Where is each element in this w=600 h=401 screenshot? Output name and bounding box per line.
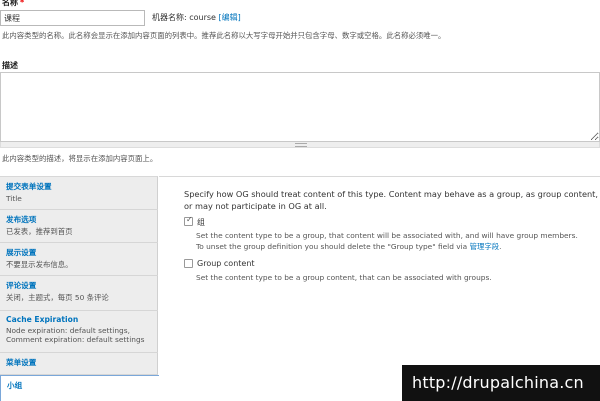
name-label-text: 名称: [2, 0, 18, 7]
cache-summary-line2: Comment expiration: default settings: [6, 335, 145, 345]
group-checkbox[interactable]: ✓: [184, 215, 193, 226]
machine-name-text: 机器名称: course: [152, 13, 216, 22]
vtab-summary: 不要显示发布信息。: [6, 260, 73, 269]
vtab-cache-expiration[interactable]: Cache Expiration Node expiration: defaul…: [0, 311, 158, 353]
group-content-checkbox-label: Group content: [197, 259, 255, 268]
edit-machine-name-link[interactable]: [编辑]: [219, 13, 241, 22]
group-desc-end: .: [499, 242, 502, 252]
group-content-description: Set the content type to be a group conte…: [196, 273, 492, 282]
vtab-title: 菜单设置: [6, 358, 37, 367]
vtab-title: 小组: [7, 381, 23, 390]
vtab-display-settings[interactable]: 展示设置 不要显示发布信息。: [0, 243, 158, 276]
textarea-resize-grip[interactable]: [0, 142, 600, 148]
vtab-submission-form[interactable]: 提交表单设置 Title: [0, 177, 158, 210]
description-help-text: 此内容类型的描述，将显示在添加内容页面上。: [2, 154, 158, 163]
group-desc-line1: Set the content type to be a group, that…: [196, 231, 578, 240]
vtab-summary: Title: [6, 194, 22, 203]
name-help-text: 此内容类型的名称。此名称会显示在添加内容页面的列表中。推荐此名称以大写字母开始并…: [2, 31, 446, 40]
description-label: 描述: [2, 61, 18, 70]
name-label: 名称 *: [2, 0, 24, 8]
machine-name: 机器名称: course [编辑]: [152, 12, 241, 23]
vertical-tabs: 提交表单设置 Title 发布选项 已发表，推荐到首页 展示设置 不要显示发布信…: [0, 176, 159, 401]
group-content-checkbox[interactable]: [184, 259, 193, 268]
group-description: Set the content type to be a group, that…: [196, 230, 578, 252]
vtab-summary: Node expiration: default settings, Commen…: [6, 326, 152, 345]
group-checkbox-label: 组: [197, 218, 205, 227]
vtab-title: 提交表单设置: [6, 182, 52, 191]
description-textarea[interactable]: [0, 72, 600, 142]
og-intro-text: Specify how OG should treat content of t…: [184, 189, 598, 211]
group-desc-line2-wrap: To unset the group definition you should…: [196, 241, 578, 252]
cache-summary-line1: Node expiration: default settings,: [6, 326, 130, 335]
vtab-title: Cache Expiration: [6, 315, 79, 324]
vtab-summary: 关闭，主题式，每页 50 条评论: [6, 293, 109, 302]
name-input[interactable]: [0, 10, 145, 26]
vtab-summary: 已发表，推荐到首页: [6, 227, 73, 236]
manage-fields-link[interactable]: 管理字段: [470, 242, 500, 251]
check-icon: ✓: [186, 215, 193, 224]
site-watermark: http://drupalchina.cn: [402, 365, 600, 401]
required-mark: *: [20, 0, 25, 7]
vtab-publishing-options[interactable]: 发布选项 已发表，推荐到首页: [0, 210, 158, 243]
vtab-title: 发布选项: [6, 215, 37, 224]
vtab-group[interactable]: 小组: [0, 375, 159, 401]
vtab-title: 评论设置: [6, 281, 37, 290]
vtab-comment-settings[interactable]: 评论设置 关闭，主题式，每页 50 条评论: [0, 276, 158, 311]
group-desc-line2: To unset the group definition you should…: [196, 242, 468, 252]
vtab-title: 展示设置: [6, 248, 37, 257]
vtab-menu-settings[interactable]: 菜单设置: [0, 353, 158, 375]
